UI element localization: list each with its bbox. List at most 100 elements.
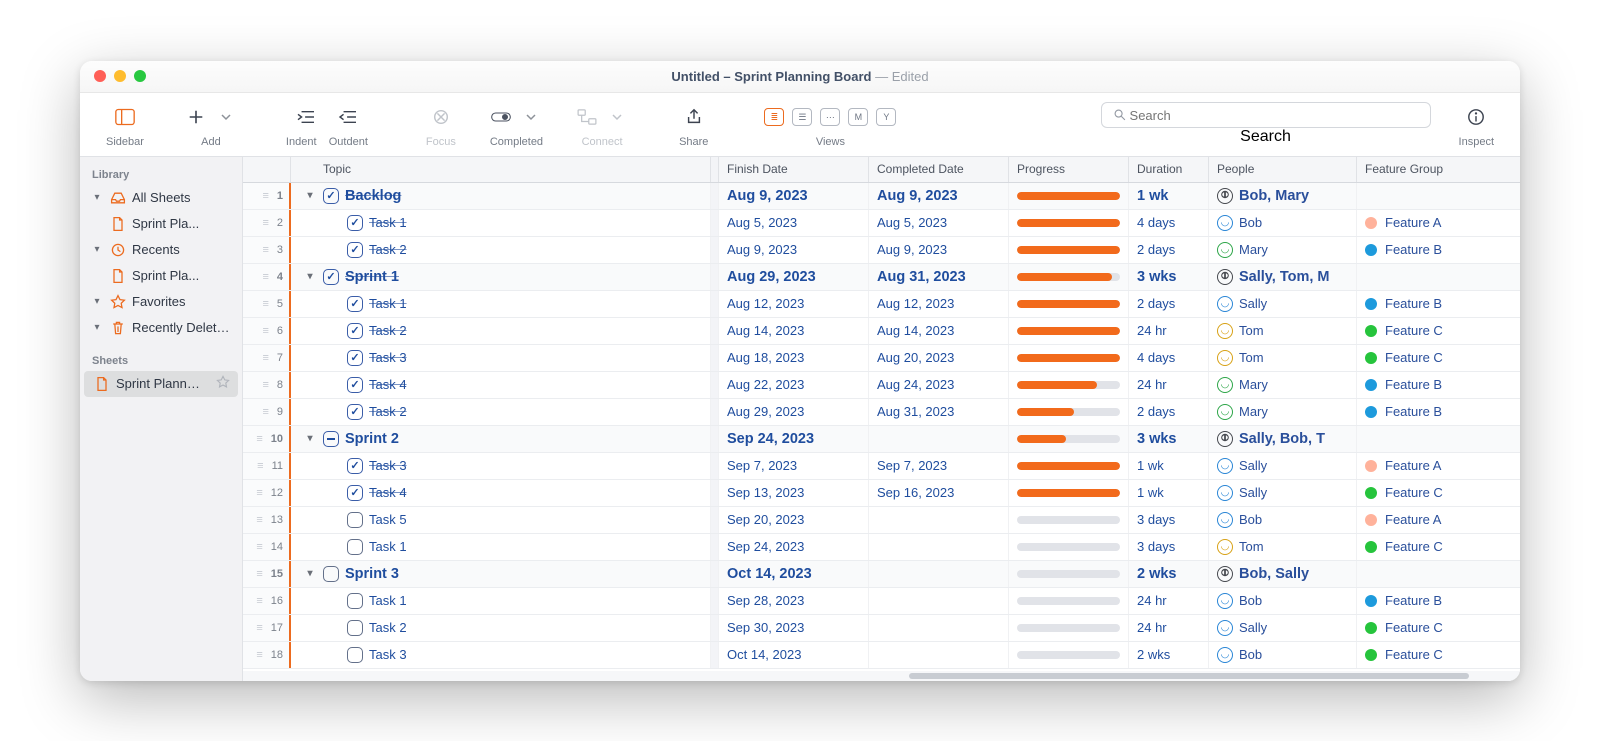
completed-date-cell[interactable] [869, 561, 1009, 587]
view-outline-icon[interactable]: ≣ [764, 108, 784, 126]
topic-cell[interactable]: Task 2 [291, 615, 711, 641]
completed-date-cell[interactable]: Aug 31, 2023 [869, 399, 1009, 425]
topic-cell[interactable]: ▾Backlog [291, 183, 711, 209]
column-header-progress[interactable]: Progress [1009, 157, 1129, 182]
table-row[interactable]: ≡11Task 3Sep 7, 2023Sep 7, 20231 wk◡Sall… [243, 453, 1520, 480]
topic-cell[interactable]: Task 1 [291, 291, 711, 317]
drag-handle-icon[interactable]: ≡ [262, 352, 270, 364]
duration-cell[interactable]: 24 hr [1129, 588, 1209, 614]
column-header-people[interactable]: People [1209, 157, 1357, 182]
finish-date-cell[interactable]: Sep 13, 2023 [719, 480, 869, 506]
finish-date-cell[interactable]: Sep 20, 2023 [719, 507, 869, 533]
drag-handle-icon[interactable]: ≡ [256, 622, 264, 634]
sidebar-subitem-sprint-plan-2[interactable]: Sprint Pla... [80, 263, 242, 289]
topic-cell[interactable]: Task 1 [291, 210, 711, 236]
drag-handle-icon[interactable]: ≡ [262, 271, 270, 283]
completed-date-cell[interactable]: Aug 9, 2023 [869, 237, 1009, 263]
duration-cell[interactable]: 4 days [1129, 210, 1209, 236]
drag-handle-icon[interactable]: ≡ [256, 433, 264, 445]
duration-cell[interactable]: 3 days [1129, 534, 1209, 560]
people-cell[interactable]: ◡Sally [1209, 480, 1357, 506]
people-cell[interactable]: ⦷Bob, Sally [1209, 561, 1357, 587]
row-gutter[interactable]: ≡5 [243, 291, 291, 317]
table-row[interactable]: ≡17Task 2Sep 30, 202324 hr◡SallyFeature … [243, 615, 1520, 642]
table-row[interactable]: ≡9Task 2Aug 29, 2023Aug 31, 20232 days◡M… [243, 399, 1520, 426]
sidebar-item-recents[interactable]: ▾ Recents [80, 237, 242, 263]
checkbox[interactable] [347, 539, 363, 555]
disclosure-chevron-icon[interactable]: ▾ [303, 433, 317, 444]
checkbox[interactable] [347, 593, 363, 609]
finish-date-cell[interactable]: Aug 9, 2023 [719, 183, 869, 209]
people-cell[interactable]: ⦷Sally, Tom, M [1209, 264, 1357, 290]
row-gutter[interactable]: ≡8 [243, 372, 291, 398]
feature-cell[interactable]: Feature B [1357, 588, 1520, 614]
table-row[interactable]: ≡4▾Sprint 1Aug 29, 2023Aug 31, 20233 wks… [243, 264, 1520, 291]
row-gutter[interactable]: ≡12 [243, 480, 291, 506]
row-gutter[interactable]: ≡11 [243, 453, 291, 479]
indent-button[interactable] [296, 108, 316, 126]
progress-cell[interactable] [1009, 399, 1129, 425]
topic-cell[interactable]: Task 4 [291, 480, 711, 506]
finish-date-cell[interactable]: Aug 29, 2023 [719, 264, 869, 290]
row-gutter[interactable]: ≡10 [243, 426, 291, 452]
minimize-window-button[interactable] [114, 70, 126, 82]
feature-cell[interactable]: Feature B [1357, 399, 1520, 425]
add-dropdown-icon[interactable] [216, 108, 236, 126]
connect-dropdown-icon[interactable] [607, 108, 627, 126]
progress-cell[interactable] [1009, 183, 1129, 209]
search-input[interactable] [1130, 108, 1422, 123]
feature-cell[interactable]: Feature C [1357, 615, 1520, 641]
completed-date-cell[interactable]: Aug 20, 2023 [869, 345, 1009, 371]
duration-cell[interactable]: 3 wks [1129, 426, 1209, 452]
duration-cell[interactable]: 2 days [1129, 237, 1209, 263]
share-button[interactable] [684, 108, 704, 126]
sidebar-item-favorites[interactable]: ▾ Favorites [80, 289, 242, 315]
checkbox[interactable] [347, 620, 363, 636]
progress-cell[interactable] [1009, 453, 1129, 479]
finish-date-cell[interactable]: Oct 14, 2023 [719, 642, 869, 668]
drag-handle-icon[interactable]: ≡ [262, 217, 270, 229]
duration-cell[interactable]: 24 hr [1129, 318, 1209, 344]
topic-cell[interactable]: Task 2 [291, 318, 711, 344]
duration-cell[interactable]: 2 wks [1129, 642, 1209, 668]
people-cell[interactable]: ◡Bob [1209, 210, 1357, 236]
drag-handle-icon[interactable]: ≡ [262, 298, 270, 310]
people-cell[interactable]: ◡Bob [1209, 507, 1357, 533]
drag-handle-icon[interactable]: ≡ [262, 190, 270, 202]
zoom-window-button[interactable] [134, 70, 146, 82]
table-row[interactable]: ≡13Task 5Sep 20, 20233 days◡BobFeature A [243, 507, 1520, 534]
row-gutter[interactable]: ≡9 [243, 399, 291, 425]
progress-cell[interactable] [1009, 291, 1129, 317]
topic-cell[interactable]: Task 5 [291, 507, 711, 533]
duration-cell[interactable]: 1 wk [1129, 183, 1209, 209]
row-gutter[interactable]: ≡2 [243, 210, 291, 236]
finish-date-cell[interactable]: Aug 18, 2023 [719, 345, 869, 371]
disclosure-chevron-icon[interactable]: ▾ [303, 568, 317, 579]
topic-cell[interactable]: Task 1 [291, 588, 711, 614]
completed-date-cell[interactable]: Aug 9, 2023 [869, 183, 1009, 209]
feature-cell[interactable]: Feature B [1357, 291, 1520, 317]
view-timeline-icon[interactable]: ⋯ [820, 108, 840, 126]
feature-cell[interactable]: Feature B [1357, 372, 1520, 398]
feature-cell[interactable]: Feature C [1357, 534, 1520, 560]
duration-cell[interactable]: 2 wks [1129, 561, 1209, 587]
drag-handle-icon[interactable]: ≡ [256, 595, 264, 607]
checkbox[interactable] [347, 323, 363, 339]
row-gutter[interactable]: ≡3 [243, 237, 291, 263]
column-header-finish[interactable]: Finish Date [719, 157, 869, 182]
view-month-icon[interactable]: M [848, 108, 868, 126]
table-row[interactable]: ≡10▾Sprint 2Sep 24, 20233 wks⦷Sally, Bob… [243, 426, 1520, 453]
disclosure-chevron-icon[interactable]: ▾ [303, 190, 317, 201]
people-cell[interactable]: ◡Tom [1209, 534, 1357, 560]
checkbox[interactable] [347, 485, 363, 501]
table-row[interactable]: ≡15▾Sprint 3Oct 14, 20232 wks⦷Bob, Sally [243, 561, 1520, 588]
progress-cell[interactable] [1009, 507, 1129, 533]
feature-cell[interactable]: Feature A [1357, 210, 1520, 236]
people-cell[interactable]: ⦷Sally, Bob, T [1209, 426, 1357, 452]
people-cell[interactable]: ◡Tom [1209, 318, 1357, 344]
checkbox[interactable] [347, 215, 363, 231]
table-row[interactable]: ≡18Task 3Oct 14, 20232 wks◡BobFeature C [243, 642, 1520, 669]
checkbox[interactable] [347, 242, 363, 258]
feature-cell[interactable] [1357, 561, 1520, 587]
drag-handle-icon[interactable]: ≡ [256, 568, 264, 580]
